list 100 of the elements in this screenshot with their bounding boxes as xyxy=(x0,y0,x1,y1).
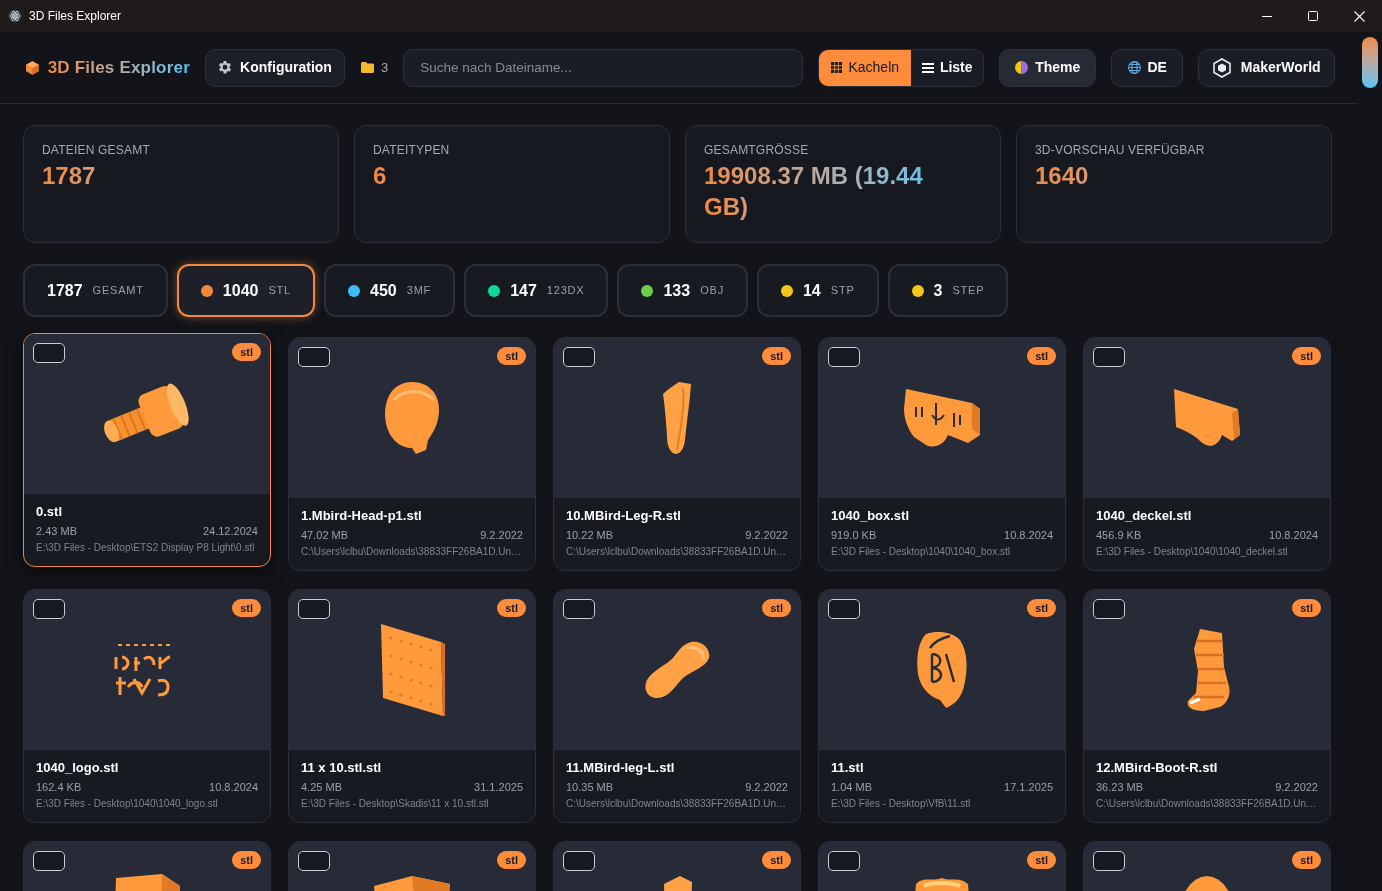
model-render xyxy=(643,640,711,700)
filter-label: STEP xyxy=(952,283,985,299)
grid-icon xyxy=(831,62,843,73)
minimize-icon xyxy=(1262,15,1272,17)
checkbox[interactable] xyxy=(563,347,595,367)
checkbox[interactable] xyxy=(563,599,595,619)
file-card[interactable]: stl 11.MBird-leg-L.stl 10.35 MB 9.2.2022 C:\Users\lclbu\Downloads\38833FF26BA1D.Un… xyxy=(553,589,801,823)
filter-chip[interactable]: 147 123DX xyxy=(464,264,609,317)
language-button[interactable]: DE xyxy=(1111,48,1184,87)
file-card[interactable]: stl xyxy=(553,841,801,891)
file-date: 9.2.2022 xyxy=(480,528,523,542)
stat-label: DATEIEN GESAMT xyxy=(42,143,150,157)
checkbox[interactable] xyxy=(298,599,330,619)
file-card[interactable]: stl 1040_box.stl 919.0 KB 10.8.2024 E:\3D Files - Desktop\1040\1040_box.stl xyxy=(818,337,1066,571)
list-icon xyxy=(921,62,934,73)
file-card[interactable]: stl 0.stl 2.43 MB 24.12.2024 E:\3D Files - Desktop\ETS2 Display P8 Light\0.stl xyxy=(23,333,271,567)
checkbox[interactable] xyxy=(33,599,65,619)
file-name: 1040_deckel.stl xyxy=(1096,508,1192,524)
filter-chip[interactable]: 133 OBJ xyxy=(617,264,748,317)
scrollbar-thumb[interactable] xyxy=(1362,37,1378,88)
filter-chip[interactable]: 3 STEP xyxy=(887,264,1009,317)
configuration-button[interactable]: Konfiguration xyxy=(205,48,345,87)
file-card[interactable]: stl xyxy=(23,841,271,891)
filter-label: OBJ xyxy=(700,283,724,299)
file-name: 1040_box.stl xyxy=(831,508,910,524)
file-type-badge: stl xyxy=(762,347,791,365)
file-card[interactable]: stl 11.stl 1.04 MB 17.1.2025 E:\3D Files - Desktop\VfB\11.stl xyxy=(818,589,1066,823)
file-size: 2.43 MB xyxy=(36,524,77,538)
filter-count: 14 xyxy=(802,280,821,301)
file-date: 10.8.2024 xyxy=(1269,528,1318,542)
makerworld-button[interactable]: MakerWorld xyxy=(1198,48,1336,87)
file-type-badge: stl xyxy=(497,347,526,365)
checkbox[interactable] xyxy=(828,599,860,619)
folder-icon xyxy=(361,62,374,73)
file-type-badge: stl xyxy=(1292,347,1321,365)
file-card[interactable]: stl 12.MBird-Boot-R.stl 36.23 MB 9.2.2022 C:\Users\lclbu\Downloads\38833FF26BA1D.Un… xyxy=(1083,589,1331,823)
filter-chip[interactable]: 450 3MF xyxy=(324,264,456,317)
checkbox[interactable] xyxy=(563,851,595,871)
file-type-badge: stl xyxy=(1027,599,1056,617)
file-size: 4.25 MB xyxy=(301,780,342,794)
file-date: 9.2.2022 xyxy=(745,780,788,794)
file-date: 9.2.2022 xyxy=(745,528,788,542)
checkbox[interactable] xyxy=(298,851,330,871)
file-path: E:\3D Files - Desktop\VfB\11.stl xyxy=(831,797,971,811)
checkbox[interactable] xyxy=(33,343,65,363)
file-name: 1040_logo.stl xyxy=(36,760,119,776)
file-type-badge: stl xyxy=(762,599,791,617)
view-tab[interactable]: Liste xyxy=(911,49,984,86)
file-date: 17.1.2025 xyxy=(1004,780,1053,794)
file-card[interactable]: stl 10.MBird-Leg-R.stl 10.22 MB 9.2.2022 C:\Users\lclbu\Downloads\38833FF26BA1D.Un… xyxy=(553,337,801,571)
file-card[interactable]: stl 1040_deckel.stl 456.9 KB 10.8.2024 E:\3D Files - Desktop\1040\1040_deckel.stl xyxy=(1083,337,1331,571)
gear-icon xyxy=(218,60,233,75)
file-card[interactable]: stl 11 x 10.stl.stl 4.25 MB 31.1.2025 E:\3D Files - Desktop\Skadis\11 x 10.stl.stl xyxy=(288,589,536,823)
model-render xyxy=(1172,387,1242,449)
file-card[interactable]: stl xyxy=(818,841,1066,891)
stat-label: 3D-VORSCHAU VERFÜGBAR xyxy=(1035,143,1205,157)
hexagon-icon xyxy=(1212,57,1231,78)
file-name: 1.Mbird-Head-p1.stl xyxy=(301,508,422,524)
filter-count: 1040 xyxy=(222,280,259,301)
stat-label: GESAMTGRÖSSE xyxy=(704,143,809,157)
checkbox[interactable] xyxy=(298,347,330,367)
checkbox[interactable] xyxy=(33,851,65,871)
file-path: E:\3D Files - Desktop\ETS2 Display P8 Light\0.stl xyxy=(36,541,255,555)
filter-label: GESAMT xyxy=(92,283,144,299)
checkbox[interactable] xyxy=(828,347,860,367)
file-date: 10.8.2024 xyxy=(1004,528,1053,542)
search-field[interactable]: Suche nach Dateiname... xyxy=(403,48,804,87)
file-type-badge: stl xyxy=(1292,599,1321,617)
file-path: C:\Users\lclbu\Downloads\38833FF26BA1D.Un… xyxy=(566,797,787,811)
stat-label: DATEITYPEN xyxy=(373,143,450,157)
maximize-icon xyxy=(1308,11,1318,21)
theme-button[interactable]: Theme xyxy=(999,48,1097,87)
file-type-badge: stl xyxy=(762,851,791,869)
checkbox[interactable] xyxy=(1093,851,1125,871)
file-type-badge: stl xyxy=(232,851,261,869)
file-card[interactable]: stl 1040_logo.stl 162.4 KB 10.8.2024 E:\3D Files - Desktop\1040\1040_logo.stl xyxy=(23,589,271,823)
file-card[interactable]: stl xyxy=(288,841,536,891)
checkbox[interactable] xyxy=(1093,347,1125,367)
file-type-badge: stl xyxy=(497,599,526,617)
filter-count: 3 xyxy=(933,280,943,301)
file-date: 9.2.2022 xyxy=(1275,780,1318,794)
checkbox[interactable] xyxy=(1093,599,1125,619)
file-date: 31.1.2025 xyxy=(474,780,523,794)
checkbox[interactable] xyxy=(828,851,860,871)
cube-icon xyxy=(26,58,39,77)
file-path: C:\Users\lclbu\Downloads\38833FF26BA1D.Un… xyxy=(1096,797,1317,811)
file-name: 11.MBird-leg-L.stl xyxy=(566,760,675,776)
file-card[interactable]: stl 1.Mbird-Head-p1.stl 47.02 MB 9.2.2022 C:\Users\lclbu\Downloads\38833FF26BA1D.Un… xyxy=(288,337,536,571)
file-path: E:\3D Files - Desktop\Skadis\11 x 10.stl.stl xyxy=(301,797,489,811)
filter-chip[interactable]: 14 STP xyxy=(756,264,879,317)
folder-count: 3 xyxy=(381,58,389,77)
file-size: 47.02 MB xyxy=(301,528,349,542)
file-type-badge: stl xyxy=(232,599,261,617)
file-card[interactable]: stl xyxy=(1083,841,1331,891)
view-tab[interactable]: Kacheln xyxy=(819,49,912,86)
filter-count: 147 xyxy=(510,280,537,301)
filter-label: 123DX xyxy=(546,283,585,299)
file-type-badge: stl xyxy=(232,343,261,361)
filter-chip[interactable]: 1040 STL xyxy=(176,264,315,317)
filter-chip[interactable]: 1787 GESAMT xyxy=(23,264,168,317)
